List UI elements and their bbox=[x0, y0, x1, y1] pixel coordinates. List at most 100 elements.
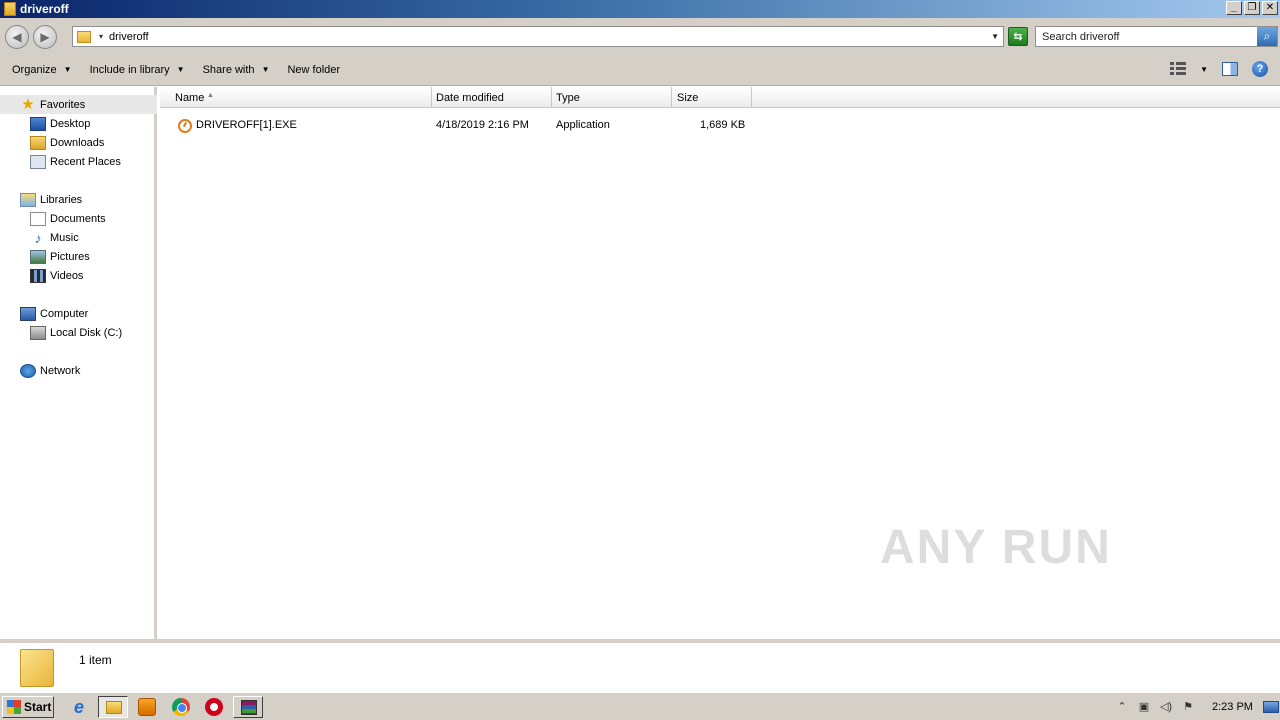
restore-button[interactable]: ❐ bbox=[1244, 1, 1260, 15]
nav-computer[interactable]: Computer bbox=[0, 304, 88, 323]
opera-icon[interactable] bbox=[205, 698, 223, 716]
libraries-icon bbox=[20, 192, 36, 207]
nav-music[interactable]: ♪ Music bbox=[0, 228, 79, 247]
nav-documents-label: Documents bbox=[50, 212, 106, 225]
nav-libraries-label: Libraries bbox=[40, 193, 83, 206]
change-view-icon[interactable] bbox=[1170, 62, 1187, 76]
media-player-icon[interactable] bbox=[138, 698, 156, 716]
volume-icon[interactable]: ◁) bbox=[1158, 700, 1174, 714]
nav-libraries[interactable]: Libraries bbox=[0, 190, 82, 209]
help-icon[interactable]: ? bbox=[1252, 61, 1268, 77]
view-options-dropdown-icon[interactable]: ▼ bbox=[1200, 65, 1208, 74]
column-date-label: Date modified bbox=[436, 91, 504, 104]
command-bar: Organize ▼ Include in library ▼ Share wi… bbox=[0, 54, 1280, 86]
windows-explorer-taskbar-button[interactable] bbox=[98, 696, 128, 718]
nav-downloads-label: Downloads bbox=[50, 136, 105, 149]
share-with-button[interactable]: Share with ▼ bbox=[197, 59, 276, 81]
search-placeholder: Search driveroff bbox=[1042, 30, 1120, 43]
column-header-name[interactable]: Name ▲ bbox=[160, 87, 432, 108]
chevron-down-icon: ▼ bbox=[176, 65, 185, 74]
view-controls: ▼ ? bbox=[1170, 61, 1268, 77]
nav-pictures-label: Pictures bbox=[50, 250, 90, 263]
nav-pictures[interactable]: Pictures bbox=[0, 247, 90, 266]
column-header-size[interactable]: Size bbox=[672, 87, 752, 108]
column-headers: Name ▲ Date modified Type Size bbox=[160, 87, 1280, 108]
chrome-icon[interactable] bbox=[172, 698, 190, 716]
window-controls: _ ❐ ✕ bbox=[1226, 1, 1278, 15]
music-icon: ♪ bbox=[34, 229, 42, 246]
windows-logo-icon bbox=[7, 700, 21, 714]
internet-explorer-icon[interactable]: e bbox=[70, 698, 88, 716]
nav-network[interactable]: Network bbox=[0, 361, 80, 380]
start-button[interactable]: Start bbox=[2, 696, 54, 718]
column-header-date-modified[interactable]: Date modified bbox=[432, 87, 552, 108]
nav-local-disk-label: Local Disk (C:) bbox=[50, 326, 123, 339]
organize-label: Organize bbox=[12, 63, 57, 76]
nav-documents[interactable]: Documents bbox=[0, 209, 106, 228]
nav-local-disk[interactable]: Local Disk (C:) bbox=[0, 323, 122, 342]
downloads-icon bbox=[30, 135, 46, 150]
include-in-library-label: Include in library bbox=[89, 63, 170, 76]
nav-computer-label: Computer bbox=[40, 307, 89, 320]
winrar-taskbar-button[interactable] bbox=[233, 696, 263, 718]
nav-network-label: Network bbox=[40, 364, 81, 377]
nav-favorites[interactable]: ★ Favorites bbox=[0, 95, 157, 114]
address-bar[interactable]: ▾ driveroff ▼ bbox=[72, 26, 1004, 47]
nav-recent-places-label: Recent Places bbox=[50, 155, 121, 168]
new-folder-button[interactable]: New folder bbox=[281, 59, 346, 81]
column-header-type[interactable]: Type bbox=[552, 87, 672, 108]
network-status-icon[interactable]: ▣ bbox=[1136, 700, 1152, 714]
window-title: driveroff bbox=[20, 2, 69, 16]
winrar-icon bbox=[241, 700, 257, 715]
column-type-label: Type bbox=[556, 91, 580, 104]
chevron-down-icon: ▼ bbox=[261, 65, 270, 74]
show-desktop-icon[interactable] bbox=[1262, 701, 1279, 713]
preview-pane-icon[interactable] bbox=[1222, 62, 1238, 76]
breadcrumb-arrow-icon[interactable]: ▾ bbox=[99, 32, 103, 41]
network-icon bbox=[20, 363, 36, 378]
star-icon: ★ bbox=[21, 95, 35, 113]
search-input[interactable]: Search driveroff ⌕ bbox=[1035, 26, 1278, 47]
file-size: 1,689 KB bbox=[700, 119, 746, 131]
computer-icon bbox=[20, 306, 36, 321]
nav-favorites-label: Favorites bbox=[40, 98, 86, 111]
nav-videos[interactable]: Videos bbox=[0, 266, 83, 285]
refresh-button[interactable]: ⇆ bbox=[1008, 27, 1028, 46]
address-row: ◀ ▶ ▾ driveroff ▼ ⇆ Search driveroff ⌕ bbox=[0, 18, 1280, 54]
back-button[interactable]: ◀ bbox=[5, 25, 29, 49]
clock[interactable]: 2:23 PM bbox=[1212, 701, 1253, 713]
system-tray: ⌃ ▣ ◁) ⚑ 2:23 PM bbox=[1108, 696, 1280, 718]
minimize-button[interactable]: _ bbox=[1226, 1, 1242, 15]
action-center-flag-icon[interactable]: ⚑ bbox=[1180, 700, 1196, 714]
application-icon bbox=[178, 119, 192, 133]
show-hidden-icons-icon[interactable]: ⌃ bbox=[1114, 700, 1130, 714]
chevron-down-icon: ▼ bbox=[63, 65, 72, 74]
breadcrumb-driveroff[interactable]: driveroff bbox=[109, 31, 149, 43]
nav-music-label: Music bbox=[50, 231, 79, 244]
start-label: Start bbox=[24, 700, 52, 714]
sort-ascending-icon: ▲ bbox=[207, 92, 214, 99]
local-disk-icon bbox=[30, 325, 46, 340]
nav-downloads[interactable]: Downloads bbox=[0, 133, 104, 152]
item-count: 1 item bbox=[79, 653, 112, 667]
column-name-label: Name bbox=[175, 91, 205, 104]
search-icon[interactable]: ⌕ bbox=[1257, 27, 1277, 46]
nav-desktop[interactable]: Desktop bbox=[0, 114, 90, 133]
include-in-library-button[interactable]: Include in library ▼ bbox=[84, 59, 191, 81]
taskbar: Start e ⌃ ▣ ◁) ⚑ 2:23 PM bbox=[0, 692, 1280, 720]
file-name: DRIVEROFF[1].EXE bbox=[196, 119, 297, 131]
table-row[interactable]: DRIVEROFF[1].EXE 4/18/2019 2:16 PM Appli… bbox=[160, 116, 760, 136]
close-button[interactable]: ✕ bbox=[1262, 1, 1278, 15]
file-type: Application bbox=[556, 119, 610, 131]
nav-desktop-label: Desktop bbox=[50, 117, 91, 130]
navigation-pane: ★ Favorites Desktop Downloads Recent Pla… bbox=[0, 87, 157, 639]
documents-icon bbox=[30, 211, 46, 226]
desktop-icon bbox=[30, 116, 46, 131]
forward-arrow-icon: ▶ bbox=[40, 30, 50, 44]
title-bar: driveroff _ ❐ ✕ bbox=[0, 0, 1280, 18]
forward-button[interactable]: ▶ bbox=[33, 25, 57, 49]
address-dropdown-icon[interactable]: ▼ bbox=[991, 32, 999, 41]
organize-button[interactable]: Organize ▼ bbox=[6, 59, 78, 81]
details-pane: 1 item bbox=[0, 639, 1280, 692]
nav-recent-places[interactable]: Recent Places bbox=[0, 152, 121, 171]
